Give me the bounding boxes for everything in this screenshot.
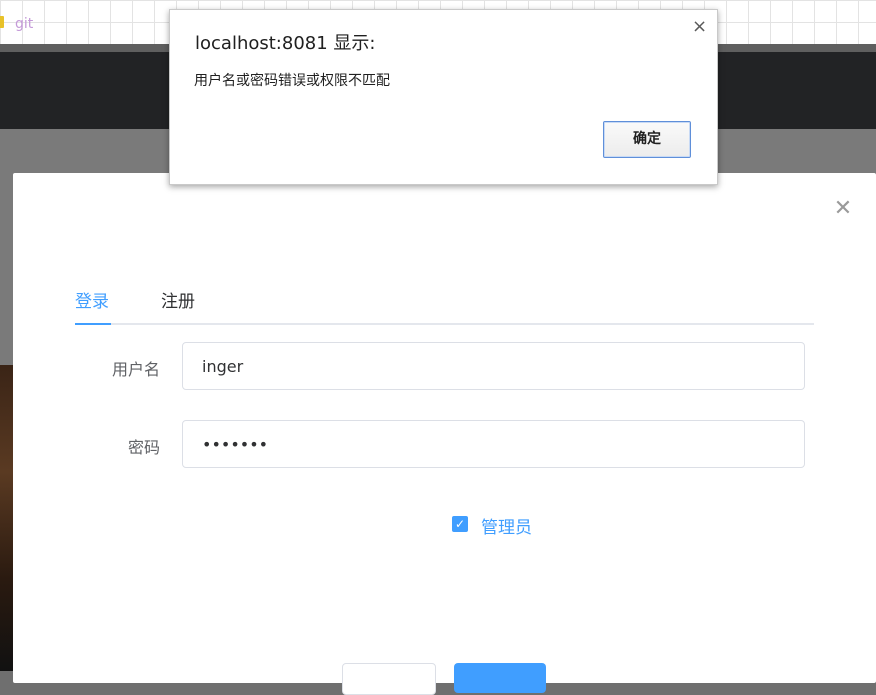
secondary-button[interactable] [342, 663, 436, 695]
alert-message: 用户名或密码错误或权限不匹配 [194, 73, 390, 89]
password-row: 密码 ••••••• [75, 420, 822, 470]
password-input[interactable]: ••••••• [182, 420, 805, 468]
auth-tabs: 登录 注册 [75, 283, 814, 325]
login-dialog: ✕ 登录 注册 用户名 inger 密码 ••••••• ✓ 管理员 [13, 173, 876, 695]
primary-button[interactable] [454, 663, 546, 693]
tab-register[interactable]: 注册 [161, 287, 195, 312]
username-row: 用户名 inger [75, 342, 822, 392]
admin-checkbox-label[interactable]: 管理员 [481, 513, 532, 538]
ok-button[interactable]: 确定 [603, 121, 691, 158]
tab-login[interactable]: 登录 [75, 287, 109, 312]
username-input[interactable]: inger [182, 342, 805, 390]
browser-alert: localhost:8081 显示: × 用户名或密码错误或权限不匹配 确定 [169, 9, 718, 185]
folder-icon[interactable] [0, 16, 4, 28]
password-label: 密码 [127, 438, 160, 457]
close-icon[interactable]: × [692, 16, 707, 37]
tab-active-indicator [75, 323, 111, 325]
checkbox-checked-icon[interactable]: ✓ [452, 516, 468, 532]
alert-title: localhost:8081 显示: [195, 33, 376, 54]
bookmark-git[interactable]: git [15, 16, 33, 32]
close-icon[interactable]: ✕ [831, 197, 855, 221]
username-label: 用户名 [111, 360, 160, 379]
background-photo [0, 365, 14, 671]
